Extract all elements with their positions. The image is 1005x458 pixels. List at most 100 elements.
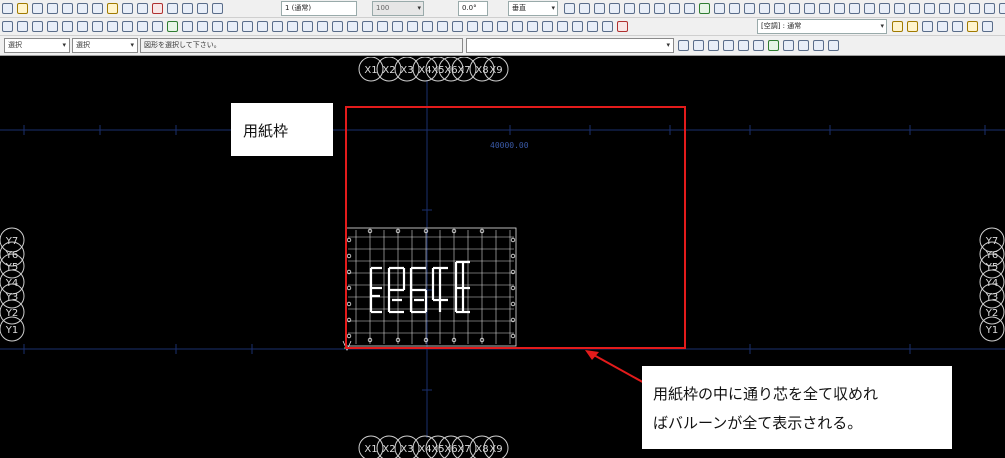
window-icon[interactable]	[197, 3, 208, 14]
ceiling-icon[interactable]	[512, 21, 523, 32]
grille-icon[interactable]	[197, 21, 208, 32]
elevation-icon[interactable]	[332, 21, 343, 32]
angle-field[interactable]: 0.0°	[458, 1, 488, 16]
circle-icon[interactable]	[609, 3, 620, 14]
grid-line-icon[interactable]	[362, 21, 373, 32]
frame-icon[interactable]	[602, 21, 613, 32]
elbow-icon[interactable]	[107, 21, 118, 32]
measure-icon[interactable]	[969, 3, 980, 14]
erase-icon[interactable]	[879, 3, 890, 14]
toolbar-icons-row1-right[interactable]	[562, 2, 1005, 16]
filter-icon[interactable]	[17, 21, 28, 32]
diffuser-icon[interactable]	[182, 21, 193, 32]
command-input[interactable]: ▾	[466, 38, 674, 53]
view-icon[interactable]	[182, 3, 193, 14]
layer-icon[interactable]	[167, 3, 178, 14]
mode-select-1[interactable]: 選択 ▾	[4, 38, 70, 53]
array-icon[interactable]	[954, 3, 965, 14]
snap-icon[interactable]	[212, 3, 223, 14]
break-icon[interactable]	[924, 3, 935, 14]
chamfer-icon[interactable]	[909, 3, 920, 14]
valve-icon[interactable]	[152, 21, 163, 32]
wall-icon[interactable]	[377, 21, 388, 32]
pipe-icon[interactable]	[714, 3, 725, 14]
balloon-icon[interactable]	[302, 21, 313, 32]
redo-icon[interactable]	[92, 3, 103, 14]
open-folder-icon[interactable]	[17, 3, 28, 14]
property-icon[interactable]	[152, 3, 163, 14]
window-obj-icon[interactable]	[482, 21, 493, 32]
3d-view-icon[interactable]	[982, 21, 993, 32]
print-icon[interactable]	[62, 3, 73, 14]
connect-icon[interactable]	[62, 21, 73, 32]
building-icon[interactable]	[557, 21, 568, 32]
roof-icon[interactable]	[542, 21, 553, 32]
crosshair-icon[interactable]	[723, 40, 734, 51]
reducer-icon[interactable]	[137, 21, 148, 32]
lock-icon[interactable]	[922, 21, 933, 32]
paste-icon[interactable]	[137, 3, 148, 14]
microphone-icon[interactable]	[678, 40, 689, 51]
target-icon[interactable]	[347, 21, 358, 32]
3d-icon[interactable]	[967, 21, 978, 32]
hatch-icon[interactable]	[669, 3, 680, 14]
find-icon[interactable]	[693, 40, 704, 51]
text-icon[interactable]	[639, 3, 650, 14]
command-bar-icons[interactable]	[676, 39, 856, 53]
support-icon[interactable]	[257, 21, 268, 32]
trim-icon[interactable]	[759, 3, 770, 14]
visibility-icon[interactable]	[907, 21, 918, 32]
sheet-icon[interactable]	[587, 21, 598, 32]
polyline-icon[interactable]	[579, 3, 590, 14]
rotate-icon[interactable]	[834, 3, 845, 14]
house-icon[interactable]	[753, 40, 764, 51]
dimension-icon[interactable]	[654, 3, 665, 14]
pen-combo[interactable]: 100 ▾	[372, 1, 424, 16]
checklist-icon[interactable]	[813, 40, 824, 51]
join-icon[interactable]	[939, 3, 950, 14]
rectangle-icon[interactable]	[624, 3, 635, 14]
pick-icon[interactable]	[32, 21, 43, 32]
door-icon[interactable]	[467, 21, 478, 32]
damper-icon[interactable]	[167, 21, 178, 32]
extend-icon[interactable]	[774, 3, 785, 14]
network-icon[interactable]	[738, 40, 749, 51]
toolbar-icons-row2-right[interactable]	[890, 20, 1005, 34]
zoom-icon[interactable]	[984, 3, 995, 14]
toolbar-icons-row2[interactable]	[0, 20, 750, 34]
layout-icon[interactable]	[572, 21, 583, 32]
fillet-icon[interactable]	[894, 3, 905, 14]
connect-pipe-icon[interactable]	[768, 40, 779, 51]
sleeve-icon[interactable]	[242, 21, 253, 32]
scale-icon[interactable]	[864, 3, 875, 14]
cut-icon[interactable]	[107, 3, 118, 14]
pan-icon[interactable]	[999, 3, 1005, 14]
section-icon[interactable]	[317, 21, 328, 32]
layer-combo[interactable]: [空調] : 通常 ▾	[757, 19, 887, 34]
column-icon[interactable]	[392, 21, 403, 32]
layer-color-icon[interactable]	[617, 21, 628, 32]
slab-icon[interactable]	[422, 21, 433, 32]
replace-icon[interactable]	[708, 40, 719, 51]
unit-icon[interactable]	[227, 21, 238, 32]
arrow-icon[interactable]	[783, 40, 794, 51]
copy-obj-icon[interactable]	[819, 3, 830, 14]
line-icon[interactable]	[564, 3, 575, 14]
opening-icon[interactable]	[437, 21, 448, 32]
display-icon[interactable]	[892, 21, 903, 32]
branch-icon[interactable]	[92, 21, 103, 32]
direction-combo[interactable]: 垂直 ▾	[508, 1, 558, 16]
duct-icon[interactable]	[699, 3, 710, 14]
copy-icon[interactable]	[122, 3, 133, 14]
stair-icon[interactable]	[497, 21, 508, 32]
mirror-icon[interactable]	[849, 3, 860, 14]
report-icon[interactable]	[828, 40, 839, 51]
mode-select-2[interactable]: 選択 ▾	[72, 38, 138, 53]
beam-icon[interactable]	[407, 21, 418, 32]
new-file-icon[interactable]	[2, 3, 13, 14]
symbol-icon[interactable]	[684, 3, 695, 14]
linetype-combo[interactable]: 1 (通常)	[281, 1, 357, 16]
arc-icon[interactable]	[594, 3, 605, 14]
print-preview-icon[interactable]	[47, 3, 58, 14]
offset-icon[interactable]	[789, 3, 800, 14]
